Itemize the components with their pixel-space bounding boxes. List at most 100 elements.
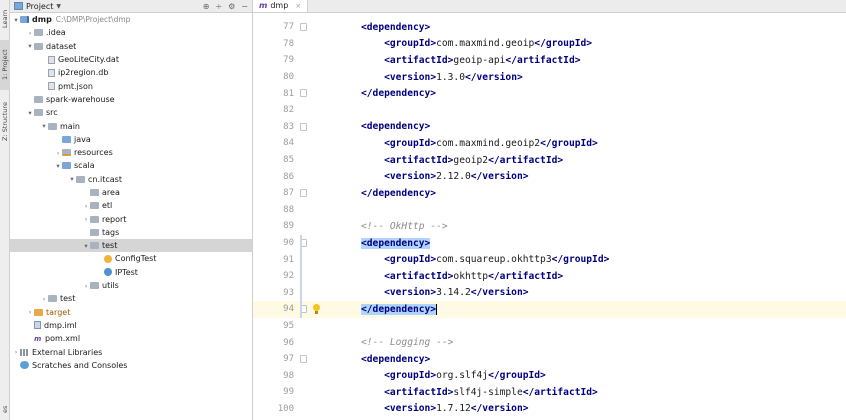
code-line[interactable]: 94 </dependency>	[253, 301, 846, 318]
line-number: 100	[277, 403, 294, 414]
project-view-selector[interactable]: Project	[26, 2, 53, 11]
tree-item-pmt-json[interactable]: pmt.json	[10, 79, 252, 92]
code-line[interactable]: 82	[253, 102, 846, 119]
tree-item-test[interactable]: › test	[10, 292, 252, 305]
tree-item-scratches-and-consoles[interactable]: Scratches and Consoles	[10, 359, 252, 372]
tree-item-test[interactable]: ▾ test	[10, 239, 252, 253]
code-line[interactable]: 100 <version>1.7.12</version>	[253, 401, 846, 418]
code-line[interactable]: 93 <version>3.14.2</version>	[253, 285, 846, 302]
gutter-mark	[309, 251, 325, 268]
chevron-right-icon[interactable]: ›	[40, 295, 48, 303]
tree-item-dmp-iml[interactable]: dmp.iml	[10, 319, 252, 332]
tree-item-resources[interactable]: › resources	[10, 146, 252, 159]
code-line[interactable]: 79 <artifactId>geoip-api</artifactId>	[253, 52, 846, 69]
tab-structure[interactable]: Z: Structure	[0, 96, 10, 148]
tree-item-pom-xml[interactable]: m pom.xml	[10, 332, 252, 345]
code-line[interactable]: 92 <artifactId>okhttp</artifactId>	[253, 268, 846, 285]
tree-item-cn-itcast[interactable]: ▾ cn.itcast	[10, 173, 252, 186]
chevron-right-icon[interactable]: ›	[12, 348, 20, 356]
tree-item-target[interactable]: › target	[10, 306, 252, 319]
chevron-down-icon[interactable]: ▾	[26, 42, 34, 50]
chevron-right-icon[interactable]: ›	[82, 215, 90, 223]
settings-icon[interactable]: ⚙	[228, 2, 235, 11]
code-line[interactable]: 89 <!-- OkHttp -->	[253, 218, 846, 235]
code-line[interactable]: 81 </dependency>	[253, 85, 846, 102]
gutter-mark	[309, 334, 325, 351]
code-line[interactable]: 98 <groupId>org.slf4j</groupId>	[253, 367, 846, 384]
intention-bulb-icon[interactable]	[309, 301, 325, 318]
gear-target-icon[interactable]: ⊕	[203, 2, 210, 11]
chevron-right-icon[interactable]: ›	[26, 29, 34, 37]
tree-item-external-libraries[interactable]: › External Libraries	[10, 345, 252, 358]
chevron-down-icon[interactable]: ▾	[40, 122, 48, 130]
tree-item-label: spark-warehouse	[46, 94, 115, 104]
tree-item-dmp[interactable]: ▾ dmp C:\DMP\Project\dmp	[10, 13, 252, 26]
fold-marker-icon[interactable]	[298, 185, 309, 202]
code-line[interactable]: 84 <groupId>com.maxmind.geoip2</groupId>	[253, 135, 846, 152]
code-line[interactable]: 80 <version>1.3.0</version>	[253, 69, 846, 86]
tab-project[interactable]: 1: Project	[0, 40, 10, 90]
folder-icon	[34, 109, 43, 117]
chevron-down-icon[interactable]: ▾	[12, 16, 20, 24]
tree-item--idea[interactable]: › .idea	[10, 26, 252, 39]
tree-item-etl[interactable]: › etl	[10, 199, 252, 212]
tree-item-scala[interactable]: ▾ scala	[10, 159, 252, 172]
gutter-mark	[309, 135, 325, 152]
tree-item-configtest[interactable]: ConfigTest	[10, 252, 252, 265]
tree-item-src[interactable]: ▾ src	[10, 106, 252, 119]
code-line[interactable]: 96 <!-- Logging -->	[253, 334, 846, 351]
code-area[interactable]: 77 <dependency> 78 <groupId>com.maxmind.ge…	[253, 19, 846, 420]
tree-item-area[interactable]: area	[10, 186, 252, 199]
vcs-change-bar[interactable]	[300, 234, 302, 318]
fold-marker-icon[interactable]	[298, 19, 309, 36]
chevron-right-icon[interactable]: ›	[82, 282, 90, 290]
collapse-icon[interactable]: ÷	[215, 2, 222, 11]
code-line[interactable]: 99 <artifactId>slf4j-simple</artifactId>	[253, 384, 846, 401]
code-line[interactable]: 88	[253, 202, 846, 219]
chevron-right-icon[interactable]: ›	[26, 308, 34, 316]
gutter-mark	[309, 202, 325, 219]
code-line[interactable]: 78 <groupId>com.maxmind.geoip</groupId>	[253, 36, 846, 53]
code-line[interactable]: 83 <dependency>	[253, 119, 846, 136]
chevron-down-icon[interactable]: ▼	[56, 3, 61, 10]
tab-dmp[interactable]: m dmp ×	[253, 0, 309, 12]
tree-item-report[interactable]: › report	[10, 212, 252, 225]
close-icon[interactable]: ×	[295, 2, 301, 10]
tree-item-utils[interactable]: › utils	[10, 279, 252, 292]
code-line[interactable]: 95	[253, 318, 846, 335]
tree-item-dataset[interactable]: ▾ dataset	[10, 40, 252, 53]
code-text: <artifactId>slf4j-simple</artifactId>	[384, 386, 598, 398]
gutter-mark	[309, 351, 325, 368]
tree-item-tags[interactable]: tags	[10, 226, 252, 239]
chevron-down-icon[interactable]: ▾	[82, 242, 90, 250]
fold-marker-icon[interactable]	[298, 351, 309, 368]
code-line[interactable]: 77 <dependency>	[253, 19, 846, 36]
code-line[interactable]: 97 <dependency>	[253, 351, 846, 368]
code-line[interactable]: 87 </dependency>	[253, 185, 846, 202]
code-text: <groupId>com.maxmind.geoip</groupId>	[384, 38, 593, 50]
tree-item-geolitecity-dat[interactable]: GeoLiteCity.dat	[10, 53, 252, 66]
tab-learn[interactable]: Learn	[0, 2, 10, 36]
tree-item-iptest[interactable]: IPTest	[10, 266, 252, 279]
tree-item-ip2region-db[interactable]: ip2region.db	[10, 66, 252, 79]
tree-item-java[interactable]: java	[10, 133, 252, 146]
code-line[interactable]: 90 <dependency>	[253, 235, 846, 252]
chevron-down-icon[interactable]: ▾	[68, 175, 76, 183]
minimize-icon[interactable]: −	[241, 2, 248, 11]
chevron-down-icon[interactable]: ▾	[26, 109, 34, 117]
fold-marker-icon[interactable]	[298, 119, 309, 136]
code-line[interactable]: 85 <artifactId>geoip2</artifactId>	[253, 152, 846, 169]
chevron-right-icon[interactable]: ›	[54, 149, 62, 157]
code-line[interactable]: 91 <groupId>com.squareup.okhttp3</groupI…	[253, 251, 846, 268]
tree-item-main[interactable]: ▾ main	[10, 119, 252, 132]
chevron-down-icon[interactable]: ▾	[54, 162, 62, 170]
code-text: <groupId>org.slf4j</groupId>	[384, 370, 546, 382]
fold-marker-icon[interactable]	[298, 85, 309, 102]
code-line[interactable]: 86 <version>2.12.0</version>	[253, 168, 846, 185]
tab-bottom[interactable]: es	[0, 400, 10, 418]
chevron-right-icon[interactable]: ›	[82, 202, 90, 210]
tree-item-spark-warehouse[interactable]: spark-warehouse	[10, 93, 252, 106]
